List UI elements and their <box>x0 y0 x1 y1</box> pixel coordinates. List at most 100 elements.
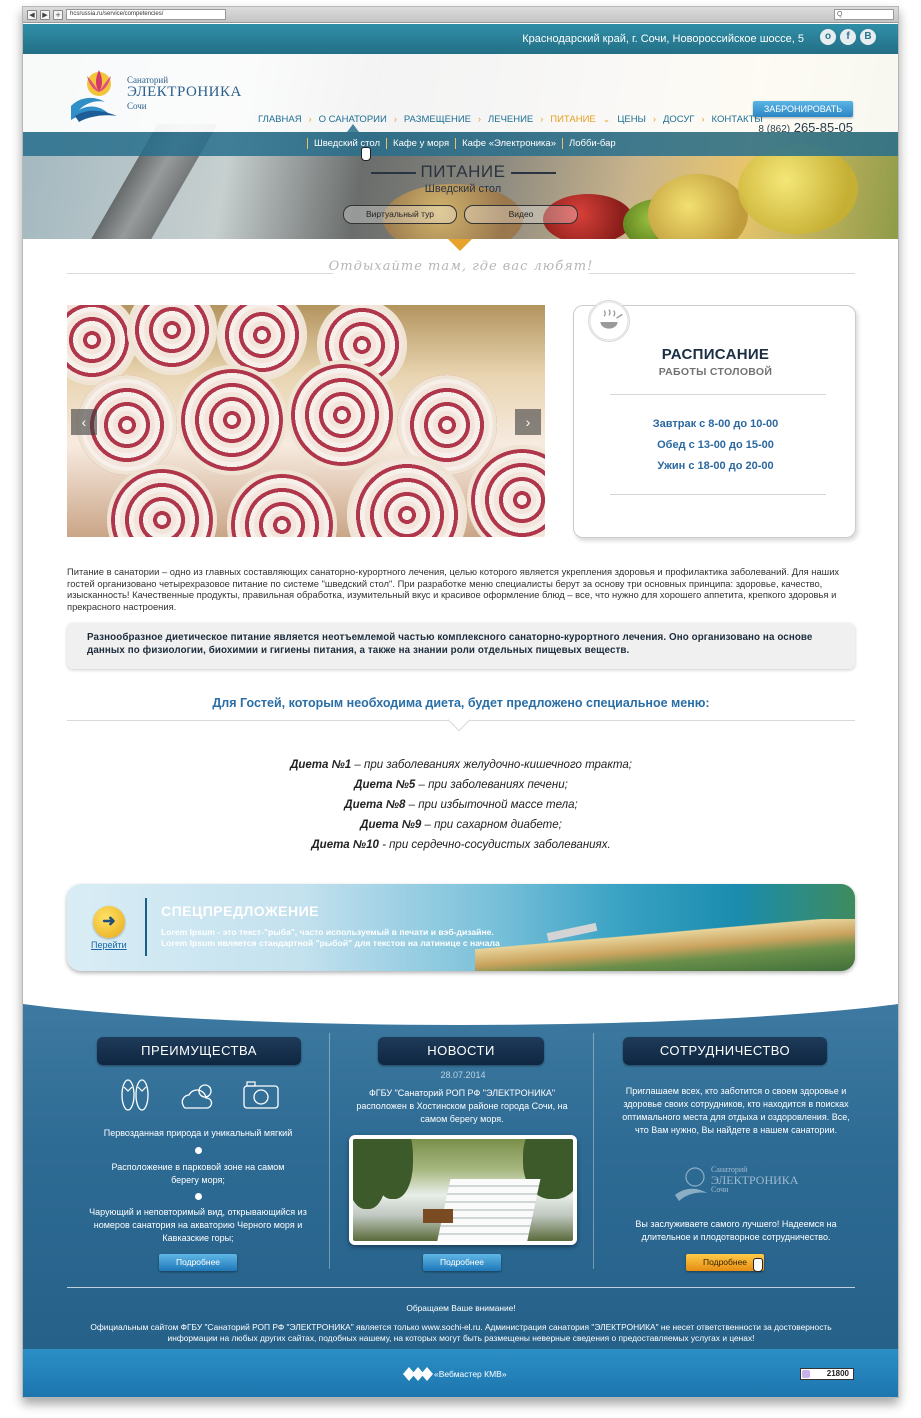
column-divider <box>593 1033 594 1269</box>
advantage-item: Чарующий и неповторимый вид, открывающий… <box>63 1206 333 1245</box>
schedule-lunch: Обед с 13-00 до 15-00 <box>657 439 774 451</box>
top-bar: Краснодарский край, г. Сочи, Новороссийс… <box>23 24 898 54</box>
odnoklassniki-icon[interactable]: о <box>820 29 836 45</box>
subnav-item-lobby-bar[interactable]: Лобби-бар <box>562 138 622 149</box>
advantage-item: Расположение в парковой зоне на самом бе… <box>63 1161 333 1187</box>
nav-item-accommodation[interactable]: РАЗМЕЩЕНИЕ <box>397 114 478 125</box>
logo-text-city: Сочи <box>127 101 147 111</box>
list-item: Диета №10 - при сердечно-сосудистых забо… <box>67 835 855 855</box>
slider-prev-button[interactable]: ‹ <box>71 409 97 435</box>
news-line: расположен в Хостинском районе города Со… <box>356 1101 568 1111</box>
hero-title-panel: ПИТАНИЕ Шведский стол Виртуальный тур Ви… <box>343 158 583 238</box>
webmaster-link[interactable]: «Вебмастер КМВ» <box>434 1369 507 1379</box>
footer-divider <box>67 1287 855 1288</box>
cooperation-line: что Вам нужно, Вы найдете в нашем санато… <box>635 1125 837 1135</box>
reload-button[interactable]: + <box>53 9 63 20</box>
diet-notch <box>447 708 471 732</box>
forward-button[interactable]: ▶ <box>40 9 50 20</box>
schedule-breakfast: Завтрак с 8-00 до 10-00 <box>652 418 779 430</box>
slide-photo-roll <box>177 365 287 475</box>
logo-icon[interactable] <box>65 62 125 124</box>
facebook-icon[interactable]: f <box>840 29 856 45</box>
subnav-pointer <box>347 124 359 132</box>
virtual-tour-button[interactable]: Виртуальный тур <box>343 205 457 224</box>
news-more-button[interactable]: Подробнее <box>423 1254 501 1271</box>
diet-desc: - при сердечно-сосудистых заболеваниях. <box>378 839 611 851</box>
diet-desc: – при заболеваниях печени; <box>415 779 568 791</box>
hero-notch <box>448 239 472 251</box>
cooperation-line: Вы заслуживаете самого лучшего! Надеемся… <box>635 1219 837 1229</box>
subnav-item-buffet[interactable]: Шведский стол <box>307 138 386 149</box>
offer-title: СПЕЦПРЕДЛОЖЕНИЕ <box>161 903 319 919</box>
cooperation-line: здоровье своих сотрудников, кто находитс… <box>623 1099 849 1109</box>
book-button[interactable]: ЗАБРОНИРОВАТЬ <box>753 101 853 117</box>
diet-name: Диета №8 <box>344 799 406 811</box>
webmaster-logo-icon[interactable] <box>403 1367 433 1381</box>
schedule-title: РАСПИСАНИЕ <box>661 346 770 363</box>
vkontakte-icon[interactable]: B <box>860 29 876 45</box>
diet-name: Диета №5 <box>354 779 416 791</box>
diet-name: Диета №1 <box>290 759 352 771</box>
tagline: Отдыхайте там, где вас любят! <box>328 259 594 274</box>
news-date: 28.07.2014 <box>440 1070 486 1080</box>
subnav-item-elektronika-cafe[interactable]: Кафе «Электроника» <box>455 138 562 149</box>
advantages-heading: ПРЕИМУЩЕСТВА <box>97 1037 301 1065</box>
nav-item-leisure[interactable]: ДОСУГ <box>656 114 702 125</box>
nav-item-prices[interactable]: ЦЕНЫ <box>610 114 653 125</box>
page-title: ПИТАНИЕ <box>420 162 506 181</box>
offer-photo-beach <box>475 919 855 971</box>
nav-item-home[interactable]: ГЛАВНАЯ <box>251 114 309 125</box>
slide-photo-roll <box>227 470 337 537</box>
visit-counter[interactable]: 21800 <box>800 1368 854 1380</box>
advantages-more-button[interactable]: Подробнее <box>159 1254 237 1271</box>
notice-text: Официальным сайтом ФГБУ "Санаторий РОП Р… <box>67 1322 855 1344</box>
hero-photo-fruit <box>648 174 748 239</box>
list-item: Диета №5 – при заболеваниях печени; <box>67 775 855 795</box>
offer-link[interactable]: Перейти <box>91 940 127 950</box>
address-bar[interactable]: hcsrussia.ru/service/competencies/ <box>66 9 226 20</box>
notice-line: информации на любых других сайтах, подоб… <box>167 1333 755 1343</box>
cooperation-line: длительное и плодотворное сотрудничество… <box>641 1232 831 1242</box>
advantage-item: Первозданная природа и уникальный мягкий <box>103 1128 293 1138</box>
nav-item-food[interactable]: ПИТАНИЕ <box>543 114 603 125</box>
advantage-line: Кавказские горы; <box>162 1233 234 1243</box>
column-divider <box>329 1033 330 1269</box>
advantage-line: Чарующий и неповторимый вид, открывающий… <box>89 1207 307 1217</box>
video-button[interactable]: Видео <box>464 205 578 224</box>
subnav-item-sea-cafe[interactable]: Кафе у моря <box>386 138 455 149</box>
diet-desc: – при заболеваниях желудочно-кишечного т… <box>351 759 632 771</box>
arrow-right-icon[interactable]: ➜ <box>93 906 125 938</box>
notice-line: Официальным сайтом ФГБУ "Санаторий РОП Р… <box>90 1322 832 1332</box>
offer-text-line: Lorem Ipsum - это текст-"рыба", часто ис… <box>161 927 494 937</box>
diet-desc: – при избыточной массе тела; <box>405 799 578 811</box>
page-subtitle: Шведский стол <box>424 183 502 195</box>
bullet-dot <box>195 1193 202 1200</box>
watermark-logo-line: ЭЛЕКТРОНИКА <box>711 1173 799 1187</box>
schedule-subtitle: РАБОТЫ СТОЛОВОЙ <box>658 366 773 378</box>
special-offer-banner[interactable]: ➜ Перейти СПЕЦПРЕДЛОЖЕНИЕ Lorem Ipsum - … <box>67 884 855 971</box>
notice-heading: Обращаем Ваше внимание! <box>406 1303 516 1313</box>
address-text: Краснодарский край, г. Сочи, Новороссийс… <box>522 33 804 45</box>
nav-item-treatment[interactable]: ЛЕЧЕНИЕ <box>481 114 540 125</box>
schedule-card: РАСПИСАНИЕ РАБОТЫ СТОЛОВОЙ Завтрак с 8-0… <box>573 300 856 538</box>
browser-search-field[interactable]: Q <box>834 9 894 20</box>
photo-tree <box>373 1139 413 1199</box>
logo-text-main: ЭЛЕКТРОНИКА <box>127 84 242 100</box>
browser-toolbar: ◀ ▶ + hcsrussia.ru/service/competencies/… <box>23 7 898 23</box>
slide-photo-roll <box>287 360 397 470</box>
cloud-sun-icon <box>181 1084 213 1109</box>
photo-bench <box>423 1209 453 1223</box>
back-button[interactable]: ◀ <box>27 9 37 20</box>
slide-photo-roll <box>127 305 217 375</box>
hand-cursor-icon <box>753 1258 763 1272</box>
footer-arc <box>23 985 898 1025</box>
main-nav: ГЛАВНАЯ › О САНАТОРИИ › РАЗМЕЩЕНИЕ › ЛЕЧ… <box>251 114 770 125</box>
site-header: Санаторий ЭЛЕКТРОНИКА Сочи ГЛАВНАЯ › О С… <box>23 54 898 135</box>
chevron-down-icon: ⌄ <box>602 114 611 124</box>
hero-photo-fruit <box>738 144 858 234</box>
slider-next-button[interactable]: › <box>515 409 541 435</box>
divider <box>610 494 826 495</box>
news-photo[interactable] <box>349 1135 577 1245</box>
cooperation-text: Приглашаем всех, кто заботится о своем з… <box>605 1085 867 1137</box>
image-slider[interactable]: ‹ › <box>67 305 545 537</box>
